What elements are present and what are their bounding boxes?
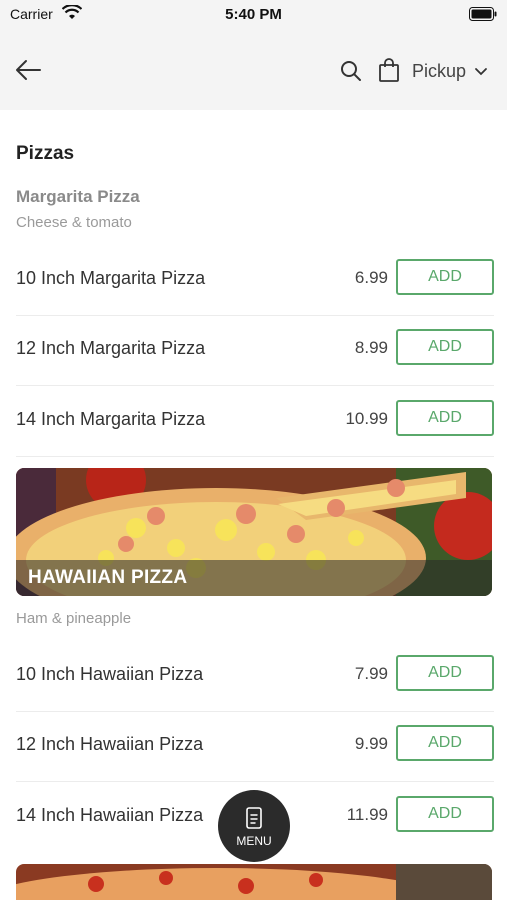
group-description-margarita: Cheese & tomato xyxy=(16,214,132,231)
status-bar: Carrier 5:40 PM xyxy=(0,0,507,30)
item-name: 12 Inch Margarita Pizza xyxy=(16,338,206,358)
group-name-hawaiian: HAWAIIAN PIZZA xyxy=(28,567,188,588)
group-name-margarita: Margarita Pizza xyxy=(16,187,140,206)
menu-item-row[interactable]: 12 Inch Hawaiian Pizza 9.99 ADD xyxy=(16,712,494,782)
battery-icon xyxy=(469,7,497,21)
clock: 5:40 PM xyxy=(225,6,282,23)
next-pizza-banner xyxy=(16,864,492,900)
item-name: 10 Inch Margarita Pizza xyxy=(16,268,206,288)
search-icon[interactable] xyxy=(340,60,362,82)
add-button[interactable]: ADD xyxy=(396,400,494,436)
pickup-selector[interactable]: Pickup xyxy=(412,61,466,82)
menu-card-icon xyxy=(246,807,262,829)
menu-item-row[interactable]: 14 Inch Margarita Pizza 10.99 ADD xyxy=(16,387,494,457)
item-name: 10 Inch Hawaiian Pizza xyxy=(16,664,204,684)
add-button[interactable]: ADD xyxy=(396,796,494,832)
menu-fab-button[interactable]: MENU xyxy=(218,790,290,862)
menu-fab-label: MENU xyxy=(236,834,272,848)
item-price: 10.99 xyxy=(345,409,388,428)
item-price: 7.99 xyxy=(354,664,388,683)
section-title: Pizzas xyxy=(16,143,75,164)
item-name: 12 Inch Hawaiian Pizza xyxy=(16,734,204,754)
item-name: 14 Inch Margarita Pizza xyxy=(16,409,206,429)
item-price: 9.99 xyxy=(354,734,388,753)
add-button[interactable]: ADD xyxy=(396,655,494,691)
item-price: 6.99 xyxy=(354,268,388,287)
item-price: 8.99 xyxy=(354,338,388,357)
chevron-down-icon[interactable] xyxy=(474,67,488,77)
nav-bar: Pickup xyxy=(0,30,507,110)
item-name: 14 Inch Hawaiian Pizza xyxy=(16,805,204,825)
item-price: 11.99 xyxy=(346,805,388,824)
pizza-photo xyxy=(16,864,492,900)
group-description-hawaiian: Ham & pineapple xyxy=(16,610,132,627)
menu-item-row[interactable]: 12 Inch Margarita Pizza 8.99 ADD xyxy=(16,316,494,386)
add-button[interactable]: ADD xyxy=(396,725,494,761)
shopping-bag-icon[interactable] xyxy=(378,58,400,82)
hawaiian-pizza-banner: HAWAIIAN PIZZA xyxy=(16,468,492,596)
menu-item-row[interactable]: 10 Inch Hawaiian Pizza 7.99 ADD xyxy=(16,642,494,712)
arrow-left-icon[interactable] xyxy=(14,58,42,82)
menu-item-row[interactable]: 10 Inch Margarita Pizza 6.99 ADD xyxy=(16,246,494,316)
add-button[interactable]: ADD xyxy=(396,259,494,295)
add-button[interactable]: ADD xyxy=(396,329,494,365)
